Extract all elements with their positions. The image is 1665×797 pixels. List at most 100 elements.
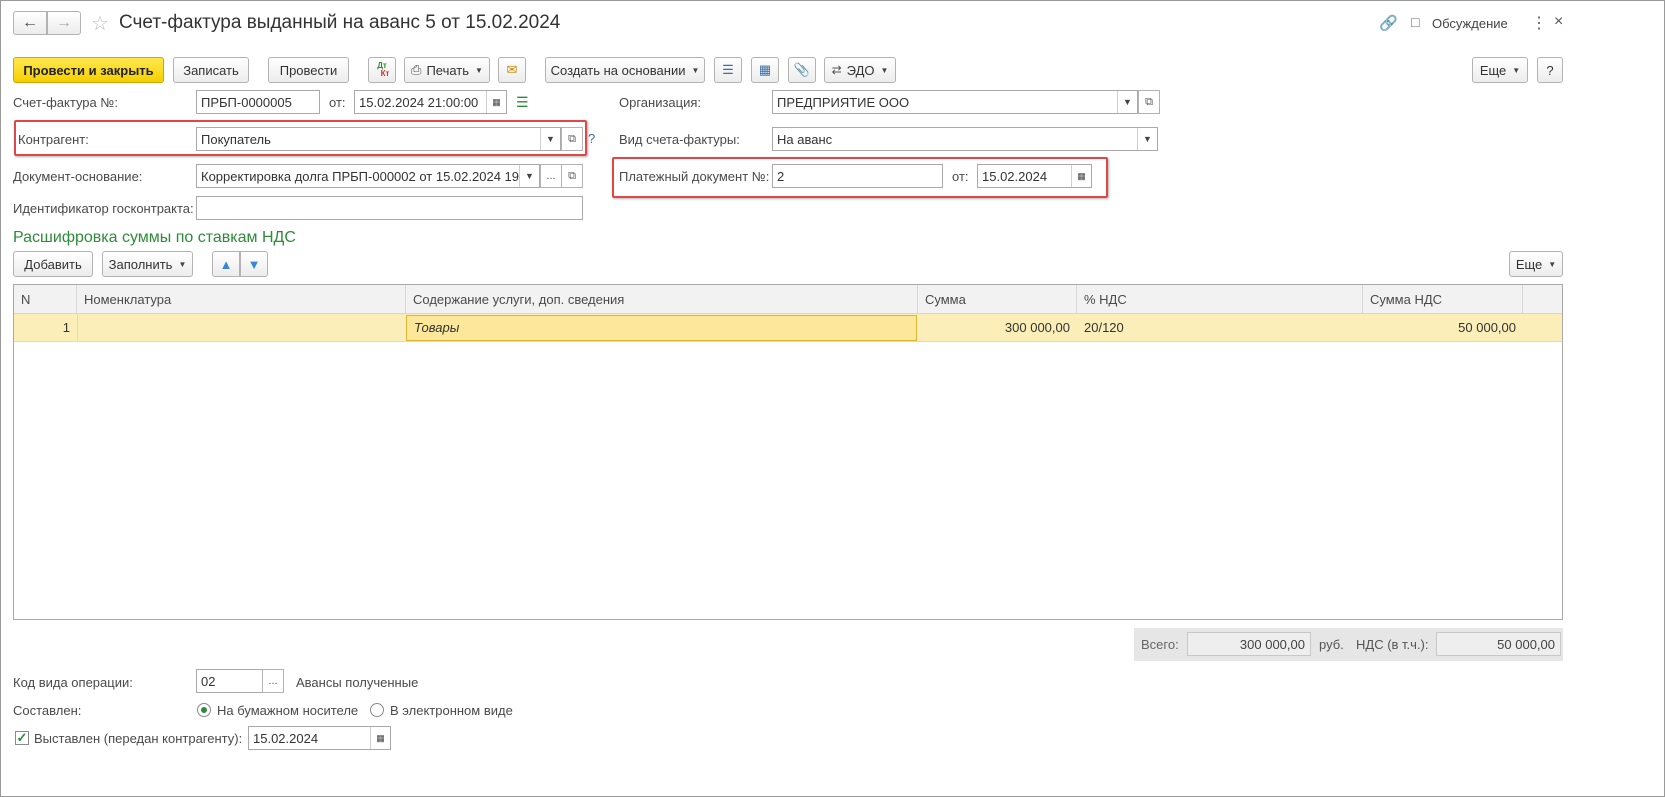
dropdown-icon[interactable]: ▼: [519, 165, 539, 187]
payment-date-label: от:: [952, 169, 969, 184]
invoice-number-field[interactable]: ПРБП-0000005: [196, 90, 320, 114]
move-up-button[interactable]: ▲: [212, 251, 240, 277]
more-button[interactable]: Еще ▼: [1472, 57, 1528, 83]
open-base-document-button[interactable]: ⧉: [561, 164, 583, 188]
operation-code-label: Код вида операции:: [13, 675, 133, 690]
link-icon[interactable]: 🔗: [1379, 14, 1398, 32]
total-label: Всего:: [1141, 637, 1179, 652]
caret-down-icon: ▼: [475, 65, 483, 75]
column-header-vat-rate[interactable]: % НДС: [1077, 285, 1363, 314]
invoice-kind-field[interactable]: На аванс ▼: [772, 127, 1158, 151]
invoice-kind-label: Вид счета-фактуры:: [619, 132, 740, 147]
open-counterparty-button[interactable]: ⧉: [561, 127, 583, 151]
calendar-icon[interactable]: ▦: [370, 727, 390, 749]
document-window: ← → ☆ Счет-фактура выданный на аванс 5 о…: [0, 0, 1665, 797]
structure-button[interactable]: ▦: [751, 57, 779, 83]
help-button[interactable]: ?: [1537, 57, 1563, 83]
table-more-button[interactable]: Еще ▼: [1509, 251, 1563, 277]
base-document-select-button[interactable]: ...: [540, 164, 562, 188]
currency-label: руб.: [1319, 637, 1344, 652]
gov-contract-field[interactable]: [196, 196, 583, 220]
edo-icon: ⇄: [831, 63, 842, 77]
base-document-field[interactable]: Корректировка долга ПРБП-000002 от 15.02…: [196, 164, 540, 188]
invoice-date-field[interactable]: 15.02.2024 21:00:00 ▦: [354, 90, 507, 114]
envelope-icon: ✉: [506, 62, 518, 77]
history-icon[interactable]: ☰: [516, 94, 529, 111]
open-organization-button[interactable]: ⧉: [1138, 90, 1160, 114]
operation-code-select-button[interactable]: ...: [262, 669, 284, 693]
paperclip-icon: 📎: [793, 62, 811, 77]
email-button[interactable]: ✉: [498, 57, 526, 83]
back-button[interactable]: ←: [13, 11, 47, 35]
fill-button[interactable]: Заполнить ▼: [102, 251, 193, 277]
issued-label: Выставлен (передан контрагенту):: [34, 731, 243, 746]
attach-button[interactable]: 📎: [788, 57, 816, 83]
arrow-left-icon: ←: [22, 14, 38, 31]
save-button[interactable]: Записать: [173, 57, 249, 83]
open-icon: ⧉: [568, 169, 576, 182]
issued-checkbox[interactable]: ✓: [15, 731, 29, 745]
total-field: 300 000,00: [1187, 632, 1311, 656]
edo-button[interactable]: ⇄ ЭДО ▼: [824, 57, 896, 83]
discussion-icon[interactable]: □: [1411, 14, 1419, 30]
calendar-icon[interactable]: ▦: [1071, 165, 1091, 187]
printer-icon: ⎙: [411, 62, 422, 77]
kebab-menu-icon[interactable]: ⋮: [1531, 13, 1547, 33]
composed-label: Составлен:: [13, 703, 82, 718]
column-header-nomenclature[interactable]: Номенклатура: [77, 285, 406, 314]
cell-nomenclature[interactable]: [77, 314, 406, 342]
open-icon: ⧉: [1145, 95, 1153, 108]
report-button[interactable]: ☰: [714, 57, 742, 83]
dropdown-icon[interactable]: ▼: [1117, 91, 1137, 113]
vat-total-field: 50 000,00: [1436, 632, 1561, 656]
operation-code-field[interactable]: 02: [196, 669, 263, 693]
column-header-sum[interactable]: Сумма: [918, 285, 1077, 314]
forward-button[interactable]: →: [47, 11, 81, 35]
cell-vat-sum[interactable]: 50 000,00: [1363, 314, 1523, 342]
payment-date-field[interactable]: 15.02.2024 ▦: [977, 164, 1092, 188]
organization-field[interactable]: ПРЕДПРИЯТИЕ ООО ▼: [772, 90, 1138, 114]
table-row[interactable]: 1 Товары 300 000,00 20/120 50 000,00: [14, 314, 1562, 342]
post-and-close-button[interactable]: Провести и закрыть: [13, 57, 164, 83]
close-icon[interactable]: ×: [1554, 13, 1563, 31]
favorite-star-icon[interactable]: ☆: [91, 11, 109, 36]
list-icon: ☰: [722, 62, 734, 77]
calendar-icon[interactable]: ▦: [486, 91, 506, 113]
dropdown-icon[interactable]: ▼: [1137, 128, 1157, 150]
paper-radio-label[interactable]: На бумажном носителе: [217, 703, 358, 719]
column-header-vat-sum[interactable]: Сумма НДС: [1363, 285, 1523, 314]
paper-radio[interactable]: [197, 703, 211, 717]
cell-content[interactable]: Товары: [406, 315, 917, 341]
move-down-button[interactable]: ▼: [240, 251, 268, 277]
window-title: Счет-фактура выданный на аванс 5 от 15.0…: [119, 12, 561, 33]
invoice-number-label: Счет-фактура №:: [13, 95, 118, 110]
counterparty-help-icon[interactable]: ?: [588, 131, 595, 146]
electronic-radio[interactable]: [370, 703, 384, 717]
discussion-link[interactable]: Обсуждение: [1432, 16, 1508, 31]
invoice-date-label: от:: [329, 95, 346, 110]
dt-kt-button[interactable]: Дт Кт: [368, 57, 396, 83]
column-header-content[interactable]: Содержание услуги, доп. сведения: [406, 285, 918, 314]
create-based-on-button[interactable]: Создать на основании ▼: [545, 57, 705, 83]
structure-icon: ▦: [758, 62, 772, 77]
cell-vat-rate[interactable]: 20/120: [1077, 314, 1363, 342]
caret-down-icon: ▼: [1512, 65, 1521, 75]
cell-n[interactable]: 1: [14, 314, 77, 342]
cell-sum[interactable]: 300 000,00: [918, 314, 1077, 342]
print-button[interactable]: ⎙ Печать ▼: [404, 57, 490, 83]
open-icon: ⧉: [568, 132, 576, 145]
dropdown-icon[interactable]: ▼: [540, 128, 560, 150]
vat-breakdown-table[interactable]: N Номенклатура Содержание услуги, доп. с…: [13, 284, 1563, 620]
issued-date-field[interactable]: 15.02.2024 ▦: [248, 726, 391, 750]
counterparty-field[interactable]: Покупатель ▼: [196, 127, 561, 151]
gov-contract-label: Идентификатор госконтракта:: [13, 201, 194, 216]
payment-document-field[interactable]: 2: [772, 164, 943, 188]
vat-breakdown-title: Расшифровка суммы по ставкам НДС: [13, 229, 296, 246]
column-header-n[interactable]: N: [14, 285, 77, 314]
caret-down-icon: ▼: [880, 65, 889, 75]
electronic-radio-label[interactable]: В электронном виде: [390, 703, 513, 719]
base-document-label: Документ-основание:: [13, 169, 143, 184]
add-row-button[interactable]: Добавить: [13, 251, 93, 277]
post-button[interactable]: Провести: [268, 57, 349, 83]
counterparty-label: Контрагент:: [18, 132, 89, 147]
